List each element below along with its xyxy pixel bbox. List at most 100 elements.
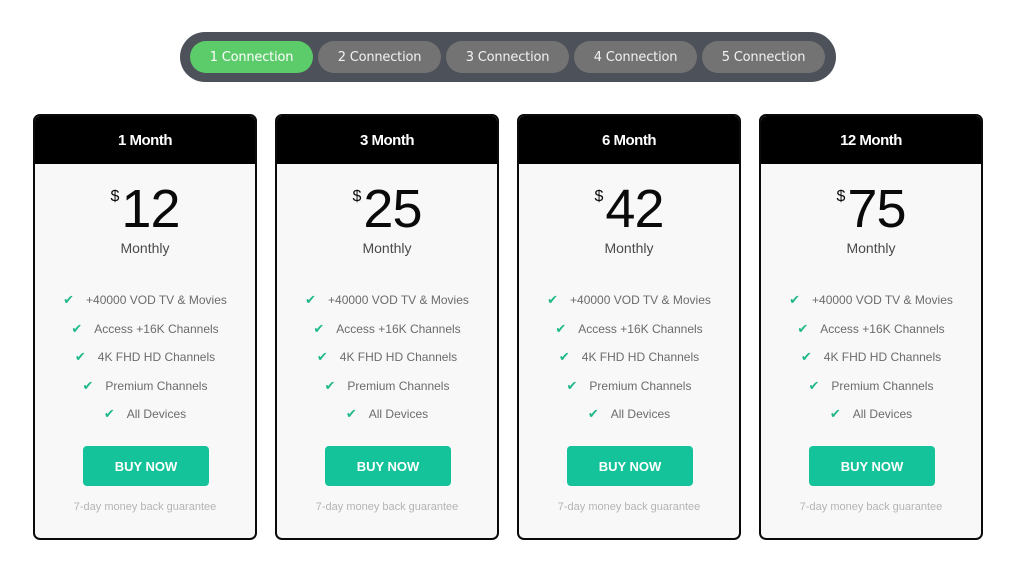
feature-item: ✔ 4K FHD HD Channels [277, 343, 497, 372]
feature-item: ✔ Access +16K Channels [277, 315, 497, 344]
buy-now-button[interactable]: BUY NOW [809, 446, 935, 486]
check-icon: ✔ [547, 292, 559, 308]
feature-label: Access +16K Channels [94, 321, 219, 336]
feature-label: 4K FHD HD Channels [339, 350, 458, 365]
check-icon: ✔ [316, 349, 328, 365]
check-icon: ✔ [789, 292, 801, 308]
check-icon: ✔ [324, 377, 336, 393]
plan-card-6-month: 6 Month $ 42 Monthly ✔ +40000 VOD TV & Mo… [517, 114, 741, 540]
price-amount: 25 [363, 179, 422, 239]
plan-title: 6 Month [519, 116, 739, 164]
billing-period: Monthly [604, 240, 654, 256]
buy-now-button[interactable]: BUY NOW [83, 446, 209, 486]
feature-label: Premium Channels [589, 378, 692, 393]
plan-card-12-month: 12 Month $ 75 Monthly ✔ +40000 VOD TV & M… [759, 114, 983, 540]
feature-item: ✔ +40000 VOD TV & Movies [35, 286, 255, 315]
feature-label: All Devices [368, 407, 429, 422]
price-amount: 12 [121, 179, 180, 239]
check-icon: ✔ [558, 349, 570, 365]
feature-label: +40000 VOD TV & Movies [812, 293, 953, 308]
guarantee-note: 7-day money back guarantee [315, 501, 459, 513]
feature-label: +40000 VOD TV & Movies [328, 293, 469, 308]
feature-item: ✔ All Devices [519, 400, 739, 429]
tab-2-connection[interactable]: 2 Connection [318, 41, 441, 73]
feature-label: Premium Channels [831, 378, 934, 393]
check-icon: ✔ [63, 292, 75, 308]
check-icon: ✔ [103, 406, 115, 422]
plan-price: $ 42 [519, 182, 739, 236]
check-icon: ✔ [71, 320, 83, 336]
feature-list: ✔ +40000 VOD TV & Movies ✔ Access +16K Cha… [519, 286, 739, 429]
guarantee-note: 7-day money back guarantee [73, 501, 217, 513]
plan-title: 1 Month [35, 116, 255, 164]
currency-symbol: $ [352, 188, 362, 205]
buy-now-button[interactable]: BUY NOW [325, 446, 451, 486]
feature-label: 4K FHD HD Channels [823, 350, 942, 365]
check-icon: ✔ [82, 377, 94, 393]
feature-label: +40000 VOD TV & Movies [570, 293, 711, 308]
feature-label: Premium Channels [347, 378, 450, 393]
feature-label: +40000 VOD TV & Movies [86, 293, 227, 308]
guarantee-note: 7-day money back guarantee [799, 501, 943, 513]
currency-symbol: $ [110, 188, 120, 205]
check-icon: ✔ [74, 349, 86, 365]
currency-symbol: $ [594, 188, 604, 205]
feature-label: All Devices [126, 407, 187, 422]
plan-card-3-month: 3 Month $ 25 Monthly ✔ +40000 VOD TV & Mo… [275, 114, 499, 540]
currency-symbol: $ [836, 188, 846, 205]
feature-item: ✔ Premium Channels [519, 372, 739, 401]
feature-item: ✔ Access +16K Channels [761, 315, 981, 344]
price-amount: 42 [605, 179, 664, 239]
feature-item: ✔ All Devices [761, 400, 981, 429]
check-icon: ✔ [829, 406, 841, 422]
plan-title: 12 Month [761, 116, 981, 164]
billing-period: Monthly [120, 240, 170, 256]
feature-item: ✔ Premium Channels [35, 372, 255, 401]
feature-list: ✔ +40000 VOD TV & Movies ✔ Access +16K Cha… [35, 286, 255, 429]
feature-item: ✔ 4K FHD HD Channels [761, 343, 981, 372]
feature-item: ✔ 4K FHD HD Channels [519, 343, 739, 372]
feature-label: Access +16K Channels [578, 321, 703, 336]
feature-list: ✔ +40000 VOD TV & Movies ✔ Access +16K Cha… [277, 286, 497, 429]
tab-1-connection[interactable]: 1 Connection [190, 41, 313, 73]
pricing-cards: 1 Month $ 12 Monthly ✔ +40000 VOD TV & Mo… [33, 114, 983, 540]
feature-item: ✔ Access +16K Channels [519, 315, 739, 344]
plan-title: 3 Month [277, 116, 497, 164]
feature-label: All Devices [610, 407, 671, 422]
buy-now-button[interactable]: BUY NOW [567, 446, 693, 486]
check-icon: ✔ [800, 349, 812, 365]
check-icon: ✔ [587, 406, 599, 422]
check-icon: ✔ [808, 377, 820, 393]
feature-item: ✔ Access +16K Channels [35, 315, 255, 344]
tab-5-connection[interactable]: 5 Connection [702, 41, 825, 73]
feature-label: 4K FHD HD Channels [97, 350, 216, 365]
guarantee-note: 7-day money back guarantee [557, 501, 701, 513]
feature-label: 4K FHD HD Channels [581, 350, 700, 365]
check-icon: ✔ [313, 320, 325, 336]
billing-period: Monthly [362, 240, 412, 256]
connection-tabs: 1 Connection 2 Connection 3 Connection 4… [180, 32, 836, 82]
feature-item: ✔ +40000 VOD TV & Movies [761, 286, 981, 315]
plan-card-1-month: 1 Month $ 12 Monthly ✔ +40000 VOD TV & Mo… [33, 114, 257, 540]
feature-label: Premium Channels [105, 378, 208, 393]
plan-price: $ 12 [35, 182, 255, 236]
check-icon: ✔ [345, 406, 357, 422]
plan-price: $ 75 [761, 182, 981, 236]
check-icon: ✔ [566, 377, 578, 393]
check-icon: ✔ [555, 320, 567, 336]
feature-item: ✔ Premium Channels [761, 372, 981, 401]
feature-label: Access +16K Channels [820, 321, 945, 336]
billing-period: Monthly [846, 240, 896, 256]
feature-item: ✔ Premium Channels [277, 372, 497, 401]
feature-item: ✔ +40000 VOD TV & Movies [277, 286, 497, 315]
feature-label: All Devices [852, 407, 913, 422]
feature-item: ✔ +40000 VOD TV & Movies [519, 286, 739, 315]
tab-3-connection[interactable]: 3 Connection [446, 41, 569, 73]
tab-4-connection[interactable]: 4 Connection [574, 41, 697, 73]
price-amount: 75 [847, 179, 906, 239]
feature-item: ✔ All Devices [35, 400, 255, 429]
feature-list: ✔ +40000 VOD TV & Movies ✔ Access +16K Cha… [761, 286, 981, 429]
feature-item: ✔ All Devices [277, 400, 497, 429]
feature-item: ✔ 4K FHD HD Channels [35, 343, 255, 372]
plan-price: $ 25 [277, 182, 497, 236]
